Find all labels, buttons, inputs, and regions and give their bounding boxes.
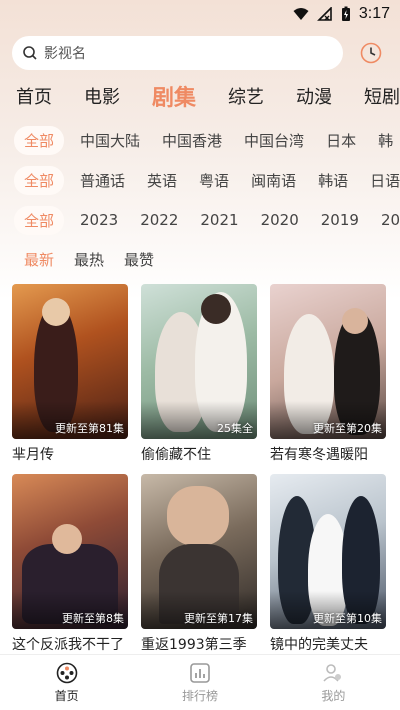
episode-badge: 25集全 xyxy=(217,422,253,435)
sort-top-rated[interactable]: 最赞 xyxy=(124,249,154,270)
series-card[interactable]: 更新至第17集 重返1993第三季 xyxy=(141,474,257,656)
year-chip[interactable]: 2019 xyxy=(321,211,359,229)
poster-image: 更新至第17集 xyxy=(141,474,257,629)
episode-badge: 更新至第17集 xyxy=(184,612,253,625)
year-chip[interactable]: 2020 xyxy=(261,211,299,229)
region-chip[interactable]: 日本 xyxy=(326,130,356,151)
tab-variety[interactable]: 综艺 xyxy=(228,83,264,109)
bottom-nav: 首页 排行榜 我的 xyxy=(0,654,400,710)
series-card[interactable]: 更新至第10集 镜中的完美丈夫 xyxy=(270,474,386,656)
language-chip[interactable]: 粤语 xyxy=(199,170,229,191)
tab-home[interactable]: 首页 xyxy=(16,83,52,109)
language-chip[interactable]: 闽南语 xyxy=(251,170,296,191)
history-button[interactable] xyxy=(357,39,385,67)
bottom-nav-label: 排行榜 xyxy=(181,688,218,703)
language-chip[interactable]: 英语 xyxy=(147,170,177,191)
tab-movies[interactable]: 电影 xyxy=(84,83,120,109)
bottom-nav-label: 我的 xyxy=(321,688,346,703)
ranking-icon xyxy=(190,662,210,683)
series-card[interactable]: 25集全 偷偷藏不住 xyxy=(141,284,257,466)
year-filter-row: 全部 2023 2022 2021 2020 2019 2018 xyxy=(0,200,400,240)
language-filter-row: 全部 普通话 英语 粤语 闽南语 韩语 日语 xyxy=(0,160,400,200)
year-chip[interactable]: 2021 xyxy=(200,211,238,229)
search-placeholder: 影视名 xyxy=(44,46,86,62)
series-card[interactable]: 更新至第8集 这个反派我不干了 xyxy=(12,474,128,656)
series-card[interactable]: 更新至第81集 芈月传 xyxy=(12,284,128,466)
language-chip-all[interactable]: 全部 xyxy=(14,165,65,195)
poster-image: 更新至第81集 xyxy=(12,284,128,439)
poster-image: 更新至第8集 xyxy=(12,474,128,629)
region-chip[interactable]: 中国香港 xyxy=(162,130,222,151)
poster-image: 更新至第10集 xyxy=(270,474,386,629)
search-icon xyxy=(23,46,37,60)
episode-badge: 更新至第81集 xyxy=(55,422,124,435)
year-chip-all[interactable]: 全部 xyxy=(14,205,65,235)
sort-row: 最新 最热 最赞 xyxy=(0,240,400,278)
series-title: 镜中的完美丈夫 xyxy=(270,637,368,653)
tab-series[interactable]: 剧集 xyxy=(152,80,196,112)
region-filter-row: 全部 中国大陆 中国香港 中国台湾 日本 韩 xyxy=(0,120,400,160)
series-title: 芈月传 xyxy=(12,447,54,463)
clock-icon xyxy=(360,42,382,64)
region-chip[interactable]: 中国台湾 xyxy=(244,130,304,151)
year-chip[interactable]: 2022 xyxy=(140,211,178,229)
tab-anime[interactable]: 动漫 xyxy=(296,83,332,109)
status-bar: 3:17 xyxy=(0,0,400,28)
year-chip[interactable]: 2023 xyxy=(80,211,118,229)
search-input[interactable]: 影视名 xyxy=(12,36,343,70)
region-chip-all[interactable]: 全部 xyxy=(14,125,65,155)
wifi-icon xyxy=(293,8,309,20)
profile-icon xyxy=(323,663,342,682)
main-category-nav: 首页 电影 剧集 综艺 动漫 短剧 xyxy=(0,76,400,116)
series-title: 这个反派我不干了 xyxy=(12,637,124,653)
episode-badge: 更新至第10集 xyxy=(313,612,382,625)
series-grid: 更新至第81集 芈月传 25集全 偷偷藏不住 更新至第20集 若有寒冬遇暖阳 更… xyxy=(0,284,400,656)
region-chip[interactable]: 韩 xyxy=(378,130,393,151)
bottom-nav-label: 首页 xyxy=(54,688,79,703)
region-chip[interactable]: 中国大陆 xyxy=(80,130,140,151)
home-film-icon xyxy=(56,662,77,683)
sort-latest[interactable]: 最新 xyxy=(24,249,54,270)
bottom-nav-ranking[interactable]: 排行榜 xyxy=(133,655,266,710)
series-title: 若有寒冬遇暖阳 xyxy=(270,447,368,463)
language-chip[interactable]: 韩语 xyxy=(318,170,348,191)
battery-icon xyxy=(341,6,350,21)
poster-image: 25集全 xyxy=(141,284,257,439)
episode-badge: 更新至第8集 xyxy=(62,612,124,625)
series-title: 重返1993第三季 xyxy=(141,637,247,653)
episode-badge: 更新至第20集 xyxy=(313,422,382,435)
bottom-nav-profile[interactable]: 我的 xyxy=(267,655,400,710)
bottom-nav-home[interactable]: 首页 xyxy=(0,655,133,710)
tab-short-drama[interactable]: 短剧 xyxy=(364,83,400,109)
status-time: 3:17 xyxy=(358,5,390,22)
year-chip[interactable]: 2018 xyxy=(381,211,400,229)
poster-image: 更新至第20集 xyxy=(270,284,386,439)
sort-hottest[interactable]: 最热 xyxy=(74,249,104,270)
series-card[interactable]: 更新至第20集 若有寒冬遇暖阳 xyxy=(270,284,386,466)
series-title: 偷偷藏不住 xyxy=(141,447,211,463)
language-chip[interactable]: 普通话 xyxy=(80,170,125,191)
language-chip[interactable]: 日语 xyxy=(370,170,400,191)
signal-off-icon xyxy=(316,7,332,21)
